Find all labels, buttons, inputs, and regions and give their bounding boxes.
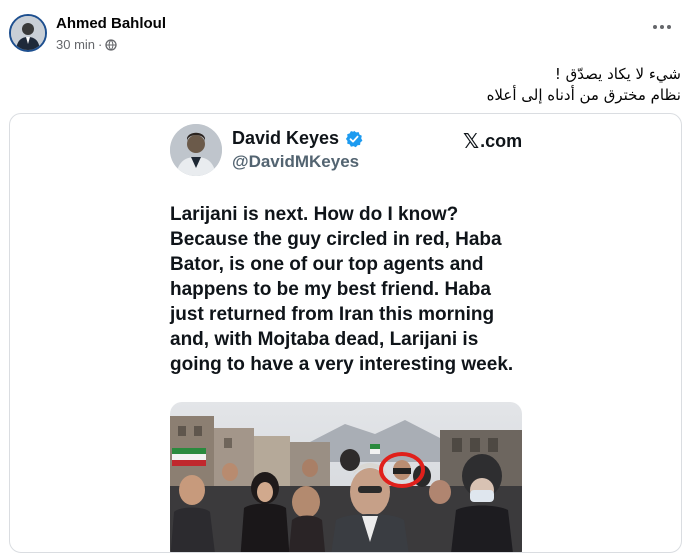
caption-line-2: نظام مخترق من أدناه إلى أعلاه [486,86,681,104]
x-logo-icon: 𝕏 .com [463,129,522,153]
post-caption: شيء لا يكاد يصدّق ! نظام مخترق من أدناه … [487,64,681,106]
x-logo-suffix: .com [480,130,523,151]
post-header: Ahmed Bahloul 30 min · [9,14,166,53]
tweet-author-handle: @DavidMKeyes [232,152,360,171]
embedded-tweet-image[interactable]: David Keyes @DavidMKeyes 𝕏 .com Larijani… [9,113,682,553]
x-logo-mark: 𝕏 [463,129,480,153]
tweet-text: Larijani is next. How do I know? Because… [170,204,514,375]
author-avatar[interactable] [9,14,47,52]
post-time[interactable]: 30 min [56,37,95,53]
more-options-icon[interactable] [651,20,673,34]
post-meta: 30 min · [56,37,166,53]
tweet-author-name: David Keyes [232,128,340,148]
caption-line-1: شيء لا يكاد يصدّق ! [554,65,681,83]
verified-badge-icon [345,130,363,147]
globe-icon [105,39,118,51]
tweet-author-name-row: David Keyes [232,128,363,149]
meta-separator: · [98,37,103,52]
author-name[interactable]: Ahmed Bahloul [56,15,166,33]
tweet-author-avatar [170,124,222,176]
tweet-photo [170,402,522,552]
author-avatar-image [11,16,45,50]
